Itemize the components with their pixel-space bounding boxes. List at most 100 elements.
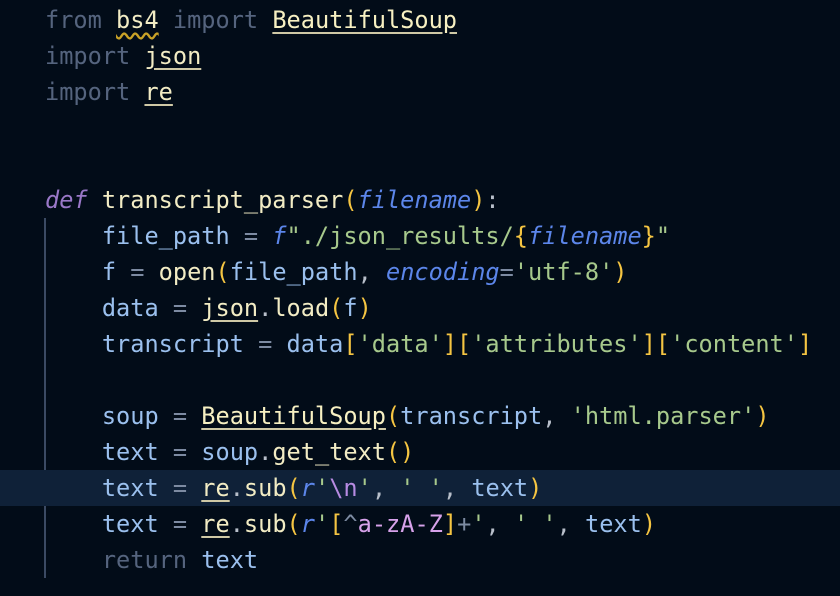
code-token: . [229, 474, 244, 502]
code-token: ) [471, 186, 486, 214]
code-token: ( [286, 510, 301, 538]
code-line-text: import re [45, 74, 173, 110]
code-token: json [201, 294, 259, 322]
code-line-text: text = re.sub(r'[^a-zA-Z]+', ' ', text) [45, 506, 656, 542]
code-token: def [45, 186, 88, 214]
code-token: = [158, 510, 202, 538]
code-token: BeautifulSoup [201, 402, 386, 430]
code-token: filename [528, 222, 642, 250]
code-token: transcript [101, 330, 244, 358]
code-token: : [485, 186, 500, 214]
code-token: soup [201, 438, 259, 466]
code-line-10[interactable]: transcript = data['data']['attributes'][… [0, 326, 840, 362]
code-line-11[interactable] [0, 362, 840, 398]
code-line-7[interactable]: file_path = f"./json_results/{filename}" [0, 218, 840, 254]
code-token: ] [442, 330, 457, 358]
code-token: , [442, 474, 472, 502]
code-token: = [116, 258, 159, 286]
code-token: . [229, 510, 244, 538]
code-token: text [201, 546, 259, 574]
code-token: text [101, 510, 159, 538]
code-token: ) [755, 402, 770, 430]
code-token: file_path [229, 258, 358, 286]
code-token: = [158, 294, 202, 322]
code-token: sub [243, 474, 287, 502]
code-token: from [45, 6, 102, 34]
code-editor[interactable]: from bs4 import BeautifulSoup import json… [0, 0, 840, 596]
code-token: ( [286, 474, 301, 502]
code-token: . [258, 294, 273, 322]
code-token: ) [613, 258, 628, 286]
code-token: re [201, 474, 230, 502]
code-token: text [471, 474, 529, 502]
code-token: ( [385, 402, 401, 430]
code-token: file_path [101, 222, 230, 250]
code-token: encoding [385, 258, 500, 286]
code-token: sub [243, 510, 287, 538]
code-token: ] [442, 510, 458, 538]
code-line-13[interactable]: text = soup.get_text() [0, 434, 840, 470]
code-line-1[interactable]: from bs4 import BeautifulSoup [0, 2, 840, 38]
code-token: ' [471, 510, 486, 538]
code-token: = [499, 258, 514, 286]
code-line-14[interactable]: text = re.sub(r'\n', ' ', text) [0, 470, 840, 506]
code-line-3[interactable]: import re [0, 74, 840, 110]
code-token: import [45, 78, 131, 106]
code-token: 'html.parser' [570, 402, 756, 430]
code-token: ' [357, 474, 372, 502]
code-token: return [101, 546, 188, 574]
code-line-12[interactable]: soup = BeautifulSoup(transcript, 'html.p… [0, 398, 840, 434]
code-token: , [371, 474, 401, 502]
code-token: ) [528, 474, 543, 502]
code-line-text: soup = BeautifulSoup(transcript, 'html.p… [45, 398, 770, 434]
code-token: re [201, 510, 230, 538]
code-line-2[interactable]: import json [0, 38, 840, 74]
code-token: f [272, 222, 287, 250]
code-token: ) [357, 294, 372, 322]
code-token: [ [343, 330, 358, 358]
code-token: = [243, 330, 287, 358]
code-token: text [101, 438, 159, 466]
code-token: ( [343, 186, 358, 214]
code-line-text: from bs4 import BeautifulSoup [45, 2, 457, 38]
code-token: ) [641, 510, 657, 538]
code-token: () [385, 438, 415, 466]
code-line-4[interactable] [0, 110, 840, 146]
code-token: [ [655, 330, 671, 358]
code-token: f [343, 294, 358, 322]
code-token: ^ [343, 510, 358, 538]
code-token: , [542, 402, 571, 430]
code-line-text: data = json.load(f) [45, 290, 372, 326]
code-token: ] [641, 330, 656, 358]
code-token: = [158, 474, 202, 502]
code-line-text: text = re.sub(r'\n', ' ', text) [45, 470, 543, 506]
code-token: = [158, 438, 202, 466]
code-line-6[interactable]: def transcript_parser(filename): [0, 182, 840, 218]
code-line-8[interactable]: f = open(file_path, encoding='utf-8') [0, 254, 840, 290]
code-line-5[interactable] [0, 146, 840, 182]
code-token: a-zA-Z [357, 510, 443, 538]
code-line-16[interactable]: return text [0, 542, 840, 578]
code-token: filename [357, 186, 472, 214]
code-token: open [158, 258, 216, 286]
code-token: soup [101, 402, 159, 430]
code-token: "./json_results/ [286, 222, 514, 250]
code-token: , [556, 510, 585, 538]
code-token: [ [457, 330, 472, 358]
code-line-9[interactable]: data = json.load(f) [0, 290, 840, 326]
code-token: ( [215, 258, 230, 286]
code-token: import [172, 6, 259, 34]
code-token: } [641, 222, 656, 250]
code-token: \n [329, 474, 358, 502]
code-line-15[interactable]: text = re.sub(r'[^a-zA-Z]+', ' ', text) [0, 506, 840, 542]
